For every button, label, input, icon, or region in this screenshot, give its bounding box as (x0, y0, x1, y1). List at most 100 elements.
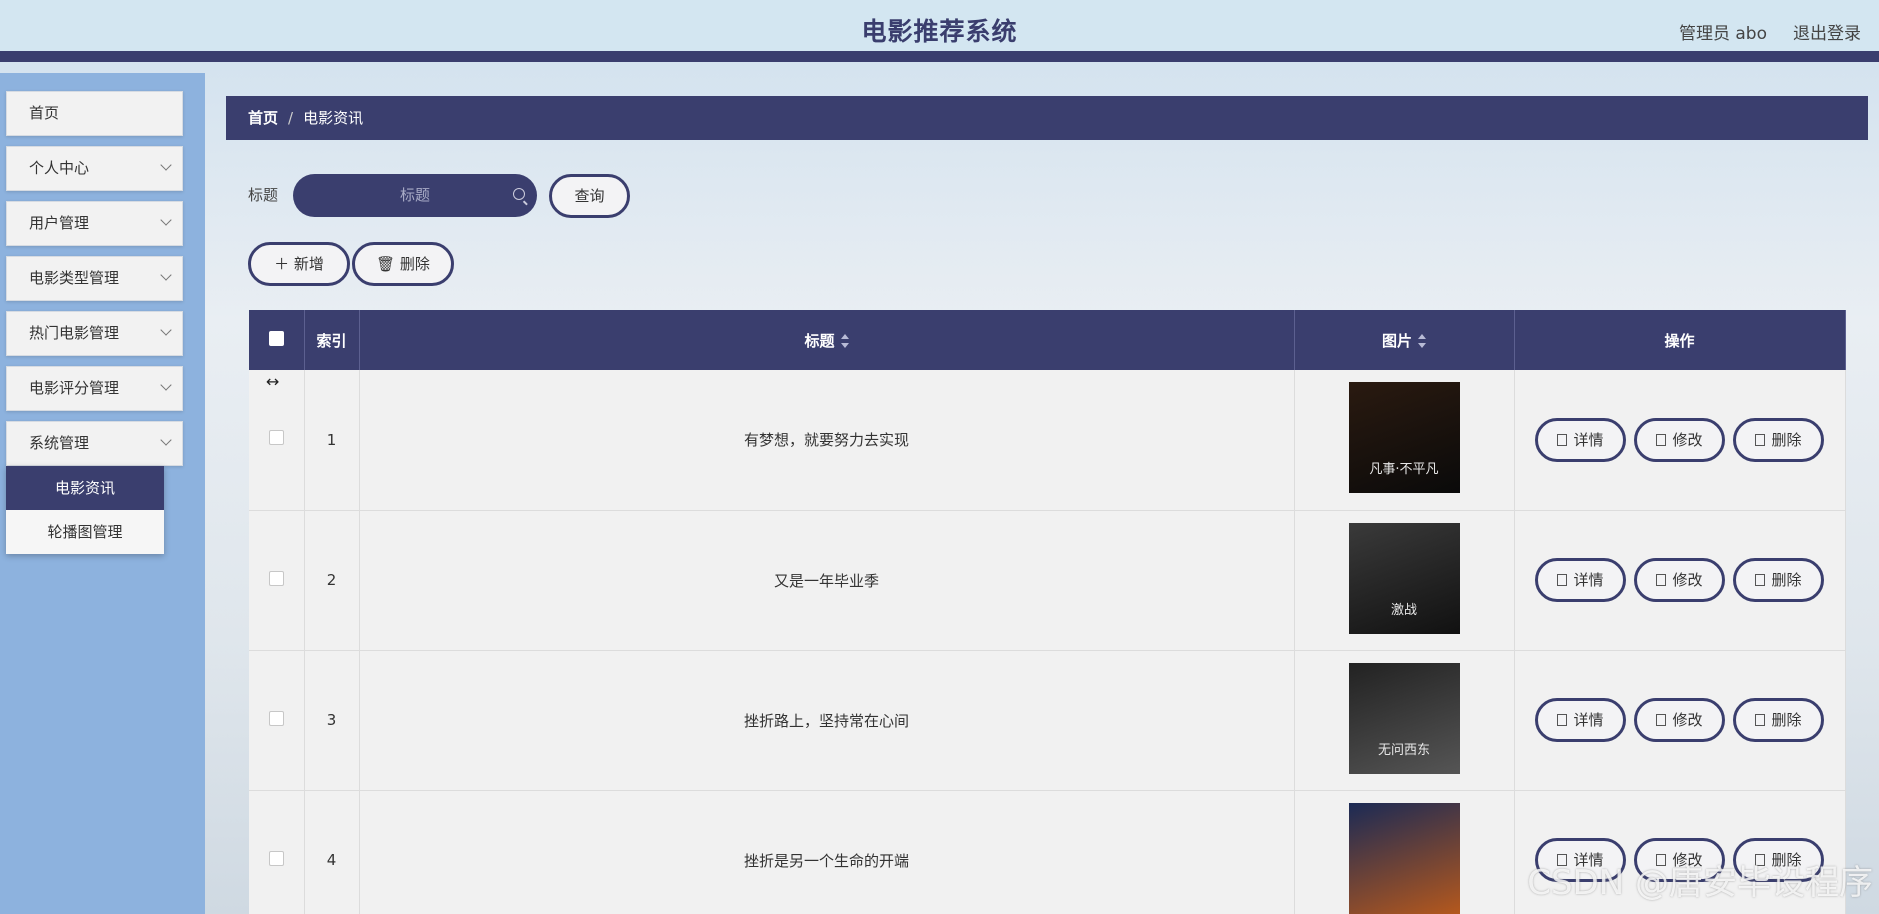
row-index: 1 (304, 370, 360, 511)
document-icon (1557, 574, 1568, 586)
row-title: 挫折路上，坚持常在心间 (359, 650, 1295, 791)
detail-button[interactable]: 详情 (1535, 558, 1626, 602)
watermark: CSDN @唐安毕设程序 (1527, 863, 1873, 903)
admin-user-label[interactable]: 管理员 abo (1679, 19, 1767, 44)
delete-label: 删除 (1771, 430, 1802, 449)
row-select-cell (249, 790, 305, 914)
row-select-cell (249, 650, 305, 791)
edit-button[interactable]: 修改 (1634, 417, 1725, 462)
row-image-cell (1294, 790, 1515, 914)
detail-button[interactable]: 详情 (1535, 698, 1626, 742)
search-field[interactable] (293, 174, 537, 217)
chevron-down-icon (160, 159, 172, 171)
table-row: 1 有梦想，就要努力去实现 凡事·不平凡 详情 修改 删除 (249, 370, 1846, 511)
document-icon (1557, 433, 1568, 446)
top-header: 电影推荐系统 管理员 abo 退出登录 (0, 0, 1879, 62)
chevron-down-icon (160, 434, 172, 446)
edit-label: 修改 (1672, 430, 1703, 449)
table-header-row: 索引 标题 图片 操作 (249, 310, 1846, 370)
poster-caption: 凡事·不平凡 (1369, 462, 1439, 478)
row-image-cell: 激战 (1294, 510, 1515, 651)
detail-button[interactable]: 详情 (1535, 417, 1626, 462)
column-header-title[interactable]: 标题 (359, 310, 1295, 370)
movie-poster-image[interactable]: 凡事·不平凡 (1348, 382, 1460, 494)
breadcrumb: 首页 / 电影资讯 (226, 96, 1868, 140)
sidebar-item-hot-movie-management[interactable]: 热门电影管理 (6, 311, 183, 356)
chevron-down-icon (160, 324, 172, 336)
row-checkbox[interactable] (268, 710, 284, 726)
pencil-icon (1656, 714, 1667, 726)
chevron-down-icon (160, 379, 172, 391)
sidebar-item-label: 电影类型管理 (29, 269, 120, 287)
sidebar-item-home[interactable]: 首页 (6, 91, 183, 136)
breadcrumb-separator: / (288, 109, 294, 127)
submenu-item-movie-news[interactable]: 电影资讯 (6, 466, 164, 510)
trash-icon: 🗑 (376, 255, 400, 273)
column-header-actions: 操作 (1514, 310, 1846, 370)
query-button[interactable]: 查询 (549, 174, 630, 218)
plus-icon: ＋ (274, 255, 294, 273)
trash-icon (1755, 574, 1766, 586)
edit-button[interactable]: 修改 (1634, 698, 1725, 742)
search-input[interactable] (315, 175, 515, 215)
search-icon (513, 188, 525, 200)
row-index: 3 (304, 650, 360, 791)
app-title: 电影推荐系统 (861, 17, 1018, 46)
edit-label: 修改 (1672, 711, 1703, 729)
sidebar-item-system-management[interactable]: 系统管理 (6, 421, 183, 466)
pencil-icon (1656, 574, 1667, 586)
delete-button[interactable]: 删除 (1733, 698, 1824, 742)
row-actions: 详情 修改 删除 (1514, 650, 1846, 791)
sidebar-item-user-management[interactable]: 用户管理 (6, 201, 183, 246)
select-all-checkbox[interactable] (268, 330, 284, 346)
edit-label: 修改 (1672, 571, 1703, 589)
column-header-title-label: 标题 (804, 331, 835, 350)
chevron-down-icon (160, 214, 172, 226)
row-select-cell (249, 370, 305, 511)
sidebar-item-label: 系统管理 (29, 434, 90, 452)
breadcrumb-home[interactable]: 首页 (248, 109, 278, 127)
pencil-icon (1656, 433, 1667, 446)
table-row: 2 又是一年毕业季 激战 详情 修改 删除 (249, 510, 1846, 651)
table-body: 1 有梦想，就要努力去实现 凡事·不平凡 详情 修改 删除 2 又是一年毕业季 激战 详情 修改 删除… (249, 370, 1846, 914)
row-actions: 详情 修改 删除 (1514, 510, 1846, 651)
column-resize-icon[interactable]: ↔ (266, 372, 279, 391)
select-all-cell (249, 310, 305, 370)
system-submenu: 电影资讯 轮播图管理 (6, 466, 164, 554)
sidebar-item-personal-center[interactable]: 个人中心 (6, 146, 183, 191)
delete-button[interactable]: 删除 (1733, 417, 1824, 462)
movie-poster-image[interactable] (1348, 802, 1460, 914)
movie-poster-image[interactable]: 无问西东 (1348, 662, 1460, 774)
sidebar-item-rating-management[interactable]: 电影评分管理 (6, 366, 183, 411)
sort-icon[interactable] (840, 334, 849, 348)
detail-label: 详情 (1573, 430, 1604, 449)
row-index: 4 (304, 790, 360, 914)
submenu-item-carousel-management[interactable]: 轮播图管理 (6, 510, 164, 554)
batch-delete-button[interactable]: 🗑 删除 (352, 242, 454, 286)
trash-icon (1755, 714, 1766, 726)
trash-icon (1755, 433, 1766, 446)
delete-label: 删除 (1771, 571, 1802, 589)
row-checkbox[interactable] (268, 570, 284, 586)
column-header-image[interactable]: 图片 (1294, 310, 1515, 370)
row-title: 挫折是另一个生命的开端 (359, 790, 1295, 914)
column-header-index: 索引 (304, 310, 360, 370)
edit-button[interactable]: 修改 (1634, 558, 1725, 602)
sidebar-item-label: 首页 (29, 104, 60, 122)
movie-poster-image[interactable]: 激战 (1348, 522, 1460, 634)
row-checkbox[interactable] (268, 850, 284, 866)
delete-label: 删除 (1771, 711, 1802, 729)
row-index: 2 (304, 510, 360, 651)
sidebar-item-label: 用户管理 (29, 214, 90, 232)
add-button[interactable]: ＋ 新增 (248, 242, 350, 286)
sort-icon[interactable] (1418, 334, 1426, 348)
row-checkbox[interactable] (268, 430, 284, 446)
delete-button[interactable]: 删除 (1733, 558, 1824, 602)
search-label: 标题 (248, 186, 279, 204)
row-image-cell: 无问西东 (1294, 650, 1515, 791)
poster-caption: 无问西东 (1377, 742, 1430, 758)
detail-label: 详情 (1573, 571, 1604, 589)
logout-link[interactable]: 退出登录 (1793, 19, 1861, 44)
batch-delete-label: 删除 (399, 255, 430, 273)
sidebar-item-movie-type-management[interactable]: 电影类型管理 (6, 256, 183, 301)
